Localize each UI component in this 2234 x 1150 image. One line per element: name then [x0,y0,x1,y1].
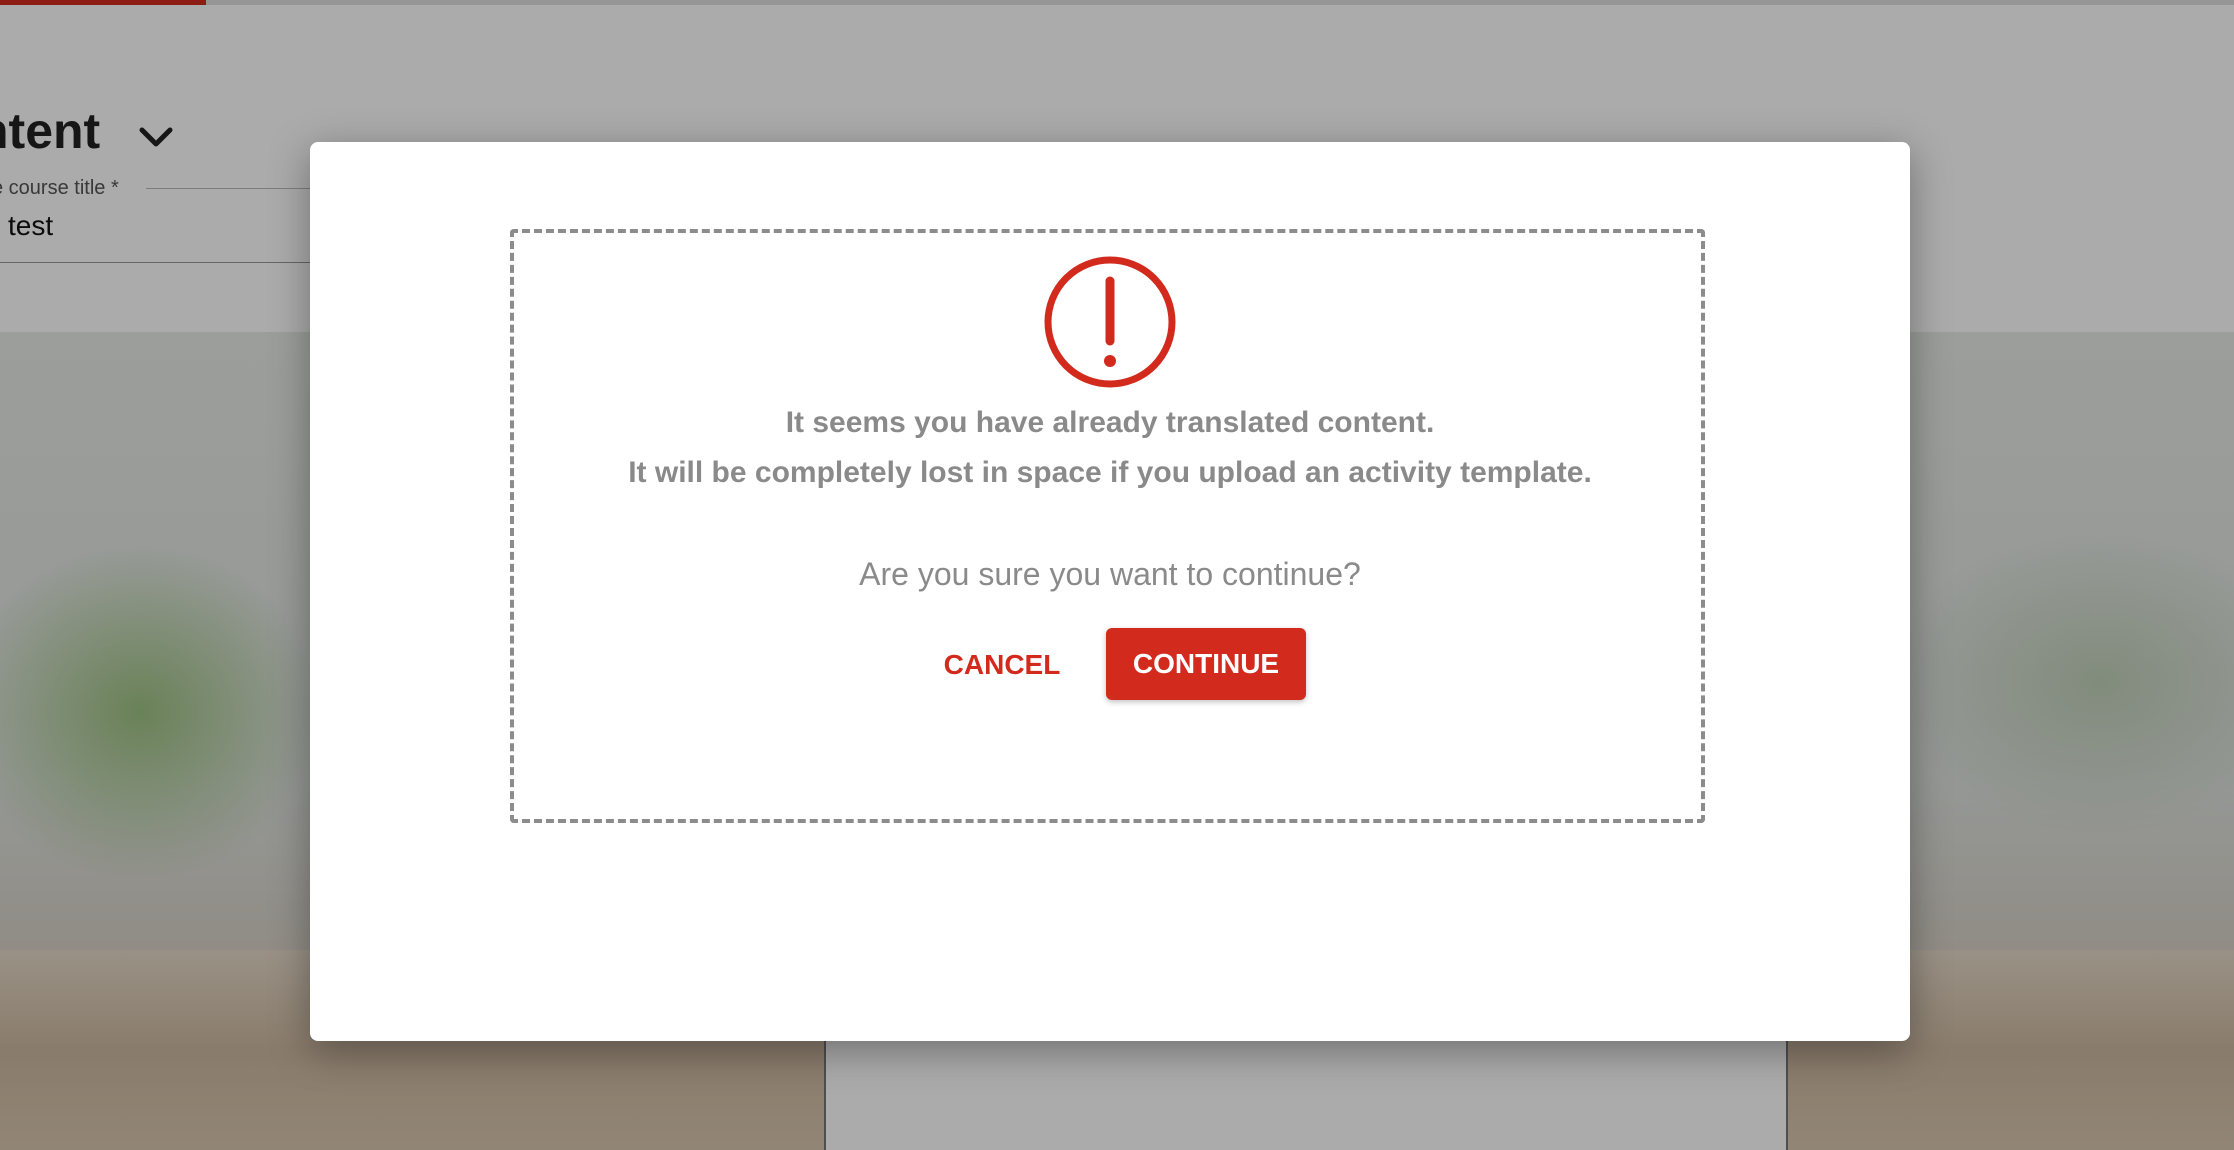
warning-message-line-2: It will be completely lost in space if y… [628,456,1592,489]
confirm-dialog: It seems you have already translated con… [310,142,1910,1041]
warning-message-line-1: It seems you have already translated con… [785,406,1435,439]
app-page: ntent e course title * l test It seems y… [0,0,2234,1150]
confirm-question: Are you sure you want to continue? [859,556,1361,592]
continue-button[interactable]: CONTINUE [1106,628,1306,700]
cancel-button[interactable]: CANCEL [925,629,1079,701]
alert-circle-icon [1044,256,1176,388]
